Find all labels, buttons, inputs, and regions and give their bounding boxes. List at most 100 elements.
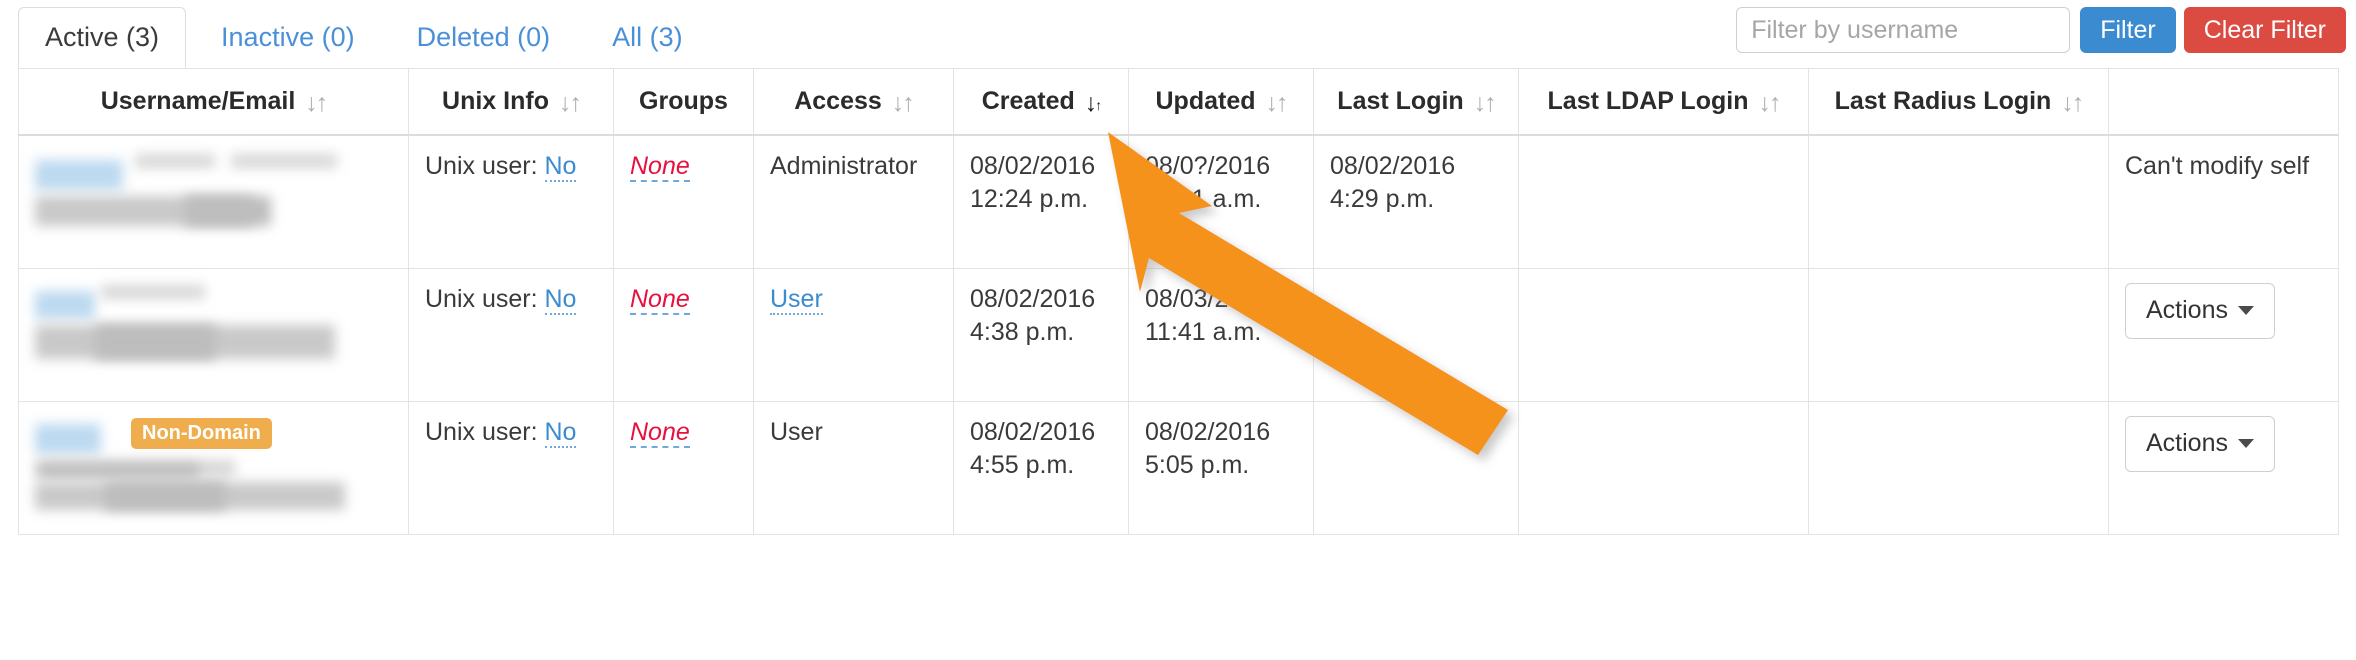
filter-toolbar: Filter Clear Filter xyxy=(1736,6,2346,54)
groups-value[interactable]: None xyxy=(630,285,690,315)
sort-icon-created[interactable]: ↓↑ xyxy=(1085,87,1103,120)
chevron-down-icon xyxy=(2237,439,2254,448)
column-label: Last LDAP Login xyxy=(1547,87,1749,115)
cell-last-login xyxy=(1313,401,1519,535)
non-domain-badge: Non-Domain xyxy=(131,418,272,449)
unix-info-value-link[interactable]: No xyxy=(544,285,577,315)
actions-button-label: Actions xyxy=(2146,296,2228,324)
updated-date: 08/03/2016 xyxy=(1145,285,1271,313)
unix-info-label: Unix user: xyxy=(425,152,538,180)
cell-access: Administrator xyxy=(753,134,954,269)
tab-inactive[interactable]: Inactive (0) xyxy=(194,7,382,68)
column-label: Created xyxy=(981,87,1075,115)
cell-actions: Actions xyxy=(2108,268,2339,402)
unix-info-label: Unix user: xyxy=(425,418,538,446)
sort-icon-username-email[interactable]: ↓↑ xyxy=(305,87,328,120)
filter-username-input[interactable] xyxy=(1736,7,2071,53)
table-row: Unix user: No None Administrator 08/02/2… xyxy=(18,134,2339,269)
tab-all[interactable]: All (3) xyxy=(585,7,710,68)
column-header-last-radius-login[interactable]: Last Radius Login ↓↑ xyxy=(1808,68,2109,136)
tab-active-label: Active (3) xyxy=(45,22,160,52)
cell-groups: None xyxy=(613,401,754,535)
cell-username-email xyxy=(18,268,409,402)
tab-inactive-label: Inactive (0) xyxy=(221,22,355,52)
cell-actions: Can't modify self xyxy=(2108,134,2339,269)
cell-access: User xyxy=(753,268,954,402)
column-header-updated[interactable]: Updated ↓↑ xyxy=(1128,68,1314,136)
column-header-unix-info[interactable]: Unix Info ↓↑ xyxy=(408,68,614,136)
column-label: Access xyxy=(794,87,882,115)
unix-info-label: Unix user: xyxy=(425,285,538,313)
actions-button-label: Actions xyxy=(2146,429,2228,457)
table-header-row: Username/Email ↓↑ Unix Info ↓↑ Groups Acce… xyxy=(18,68,2339,136)
cell-unix-info: Unix user: No xyxy=(408,134,614,269)
cell-last-radius-login xyxy=(1808,401,2109,535)
cell-created: 08/02/2016 12:24 p.m. xyxy=(953,134,1129,269)
column-label: Last Login xyxy=(1337,87,1464,115)
cell-updated: 08/02/2016 5:05 p.m. xyxy=(1128,401,1314,535)
access-value-link[interactable]: User xyxy=(770,285,823,315)
tab-all-label: All (3) xyxy=(612,22,683,52)
column-label: Unix Info xyxy=(442,87,549,115)
user-management-page: Active (3) Inactive (0) Deleted (0) All … xyxy=(0,0,2356,660)
cell-username-email xyxy=(18,134,409,269)
updated-time: 5:05 p.m. xyxy=(1145,451,1250,479)
tab-deleted[interactable]: Deleted (0) xyxy=(390,7,578,68)
last-login-time: 4:29 p.m. xyxy=(1330,185,1435,213)
access-value: Administrator xyxy=(770,152,918,180)
created-date: 08/02/2016 xyxy=(970,152,1096,180)
column-header-last-login[interactable]: Last Login ↓↑ xyxy=(1313,68,1519,136)
sort-icon-last-login[interactable]: ↓↑ xyxy=(1474,87,1497,120)
cell-updated: 08/03/2016 11:41 a.m. xyxy=(1128,268,1314,402)
cell-actions: Actions xyxy=(2108,401,2339,535)
cell-last-radius-login xyxy=(1808,268,2109,402)
column-label: Updated xyxy=(1155,87,1256,115)
cell-last-login xyxy=(1313,268,1519,402)
sort-icon-unix-info[interactable]: ↓↑ xyxy=(559,87,582,120)
actions-dropdown-button[interactable]: Actions xyxy=(2125,283,2275,339)
unix-info-value-link[interactable]: No xyxy=(544,418,577,448)
unix-info-value-link[interactable]: No xyxy=(544,152,577,182)
users-table: Username/Email ↓↑ Unix Info ↓↑ Groups Acce… xyxy=(18,68,2339,535)
cell-access: User xyxy=(753,401,954,535)
actions-dropdown-button[interactable]: Actions xyxy=(2125,416,2275,472)
updated-date: 08/02/2016 xyxy=(1145,418,1271,446)
created-time: 12:24 p.m. xyxy=(970,185,1089,213)
cell-created: 08/02/2016 4:38 p.m. xyxy=(953,268,1129,402)
column-label: Last Radius Login xyxy=(1834,87,2052,115)
groups-value[interactable]: None xyxy=(630,152,690,182)
redacted-username: Non-Domain xyxy=(35,416,392,510)
updated-time: 11:41 a.m. xyxy=(1145,318,1262,346)
tab-active[interactable]: Active (3) xyxy=(18,7,187,68)
cell-unix-info: Unix user: No xyxy=(408,401,614,535)
column-header-created[interactable]: Created ↓↑ xyxy=(953,68,1129,136)
last-login-date: 08/02/2016 xyxy=(1330,152,1456,180)
column-label: Groups xyxy=(639,87,728,115)
sort-icon-updated[interactable]: ↓↑ xyxy=(1266,87,1289,120)
cell-last-ldap-login xyxy=(1518,401,1809,535)
cell-username-email: Non-Domain xyxy=(18,401,409,535)
column-header-username-email[interactable]: Username/Email ↓↑ xyxy=(18,68,409,136)
column-header-groups: Groups xyxy=(613,68,754,136)
cell-unix-info: Unix user: No xyxy=(408,268,614,402)
cell-groups: None xyxy=(613,134,754,269)
cannot-modify-self-note: Can't modify self xyxy=(2125,152,2310,180)
created-time: 4:55 p.m. xyxy=(970,451,1075,479)
sort-icon-last-ldap-login[interactable]: ↓↑ xyxy=(1758,87,1781,120)
clear-filter-button[interactable]: Clear Filter xyxy=(2183,7,2346,53)
updated-time: 11:41 a.m. xyxy=(1145,185,1262,213)
filter-button[interactable]: Filter xyxy=(2080,7,2176,53)
column-header-last-ldap-login[interactable]: Last LDAP Login ↓↑ xyxy=(1518,68,1809,136)
column-header-access[interactable]: Access ↓↑ xyxy=(753,68,954,136)
sort-icon-last-radius-login[interactable]: ↓↑ xyxy=(2061,87,2084,120)
redacted-username xyxy=(35,283,392,369)
sort-icon-access[interactable]: ↓↑ xyxy=(892,87,915,120)
created-date: 08/02/2016 xyxy=(970,285,1096,313)
status-tabs: Active (3) Inactive (0) Deleted (0) All … xyxy=(18,5,718,68)
access-value: User xyxy=(770,418,823,446)
cell-created: 08/02/2016 4:55 p.m. xyxy=(953,401,1129,535)
cell-last-radius-login xyxy=(1808,134,2109,269)
chevron-down-icon xyxy=(2237,306,2254,315)
users-table-container: Username/Email ↓↑ Unix Info ↓↑ Groups Acce… xyxy=(18,68,2339,535)
groups-value[interactable]: None xyxy=(630,418,690,448)
